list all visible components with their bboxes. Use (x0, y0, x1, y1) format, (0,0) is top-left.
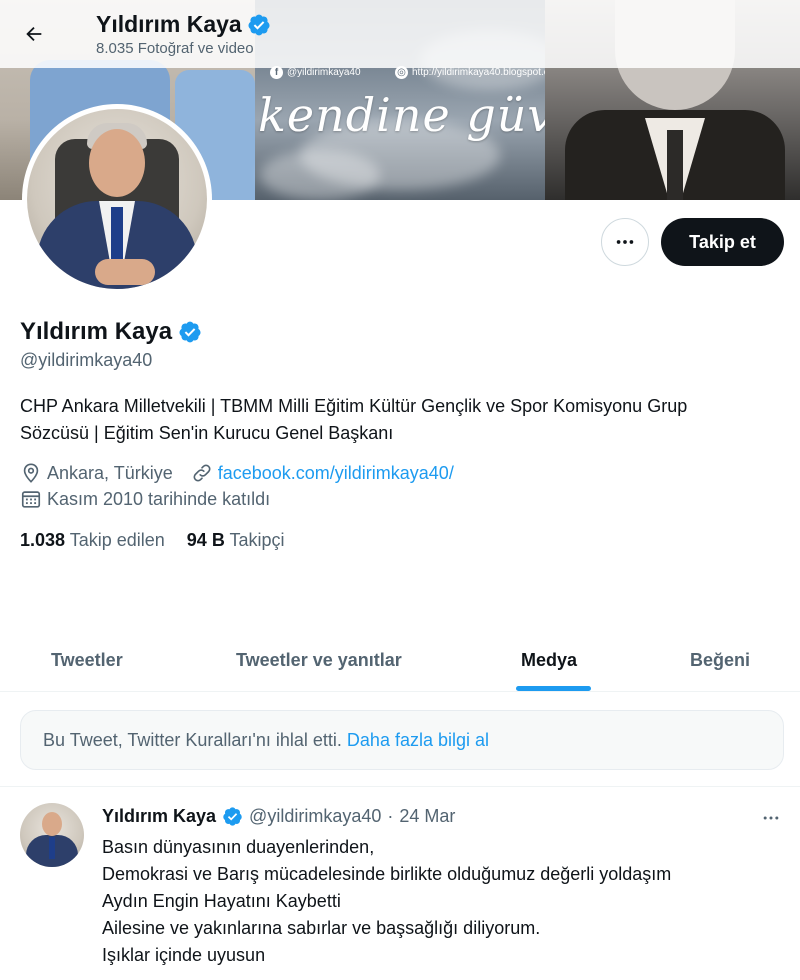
tweet-author-name[interactable]: Yıldırım Kaya (102, 806, 216, 827)
tweet-text: Basın dünyasının duayenlerinden, Demokra… (102, 837, 672, 965)
header-name: Yıldırım Kaya (96, 11, 242, 37)
divider (0, 786, 800, 787)
more-horizontal-icon (616, 240, 634, 244)
learn-more-link[interactable]: Daha fazla bilgi al (347, 730, 489, 751)
verified-badge-icon (248, 14, 270, 35)
tweet-avatar[interactable] (20, 803, 84, 867)
more-horizontal-icon (763, 816, 779, 820)
profile-handle: @yildirimkaya40 (20, 350, 153, 370)
back-button[interactable] (16, 16, 52, 52)
more-options-button[interactable] (601, 218, 649, 266)
verified-badge-icon (223, 807, 242, 826)
profile-bio: CHP Ankara Milletvekili | TBMM Milli Eği… (20, 396, 688, 443)
profile-location: Ankara, Türkiye (20, 462, 173, 484)
following-link[interactable]: 1.038 Takip edilen (20, 530, 165, 551)
profile-website[interactable]: facebook.com/yildirimkaya40/ (191, 462, 454, 484)
verified-badge-icon (179, 321, 201, 343)
follow-button[interactable]: Takip et (661, 218, 784, 266)
violation-notice: Bu Tweet, Twitter Kuralları'nı ihlal ett… (20, 710, 784, 770)
profile-tabs: Tweetler Tweetler ve yanıtlar Medya Beğe… (0, 630, 800, 692)
tab-tweets[interactable]: Tweetler (51, 630, 123, 691)
header-media-count: 8.035 Fotoğraf ve video (96, 40, 254, 57)
tweet-date[interactable]: 24 Mar (399, 806, 455, 827)
active-tab-indicator (516, 686, 591, 691)
profile-name: Yıldırım Kaya (20, 318, 173, 345)
tweet-author-handle[interactable]: @yildirimkaya40 (249, 806, 381, 827)
link-icon (193, 464, 211, 482)
tab-tweets-and-replies[interactable]: Tweetler ve yanıtlar (236, 630, 402, 691)
profile-meta: Ankara, Türkiye facebook.com/yildirimkay… (20, 462, 454, 484)
calendar-icon (21, 491, 41, 508)
tweet-more-button[interactable] (754, 804, 788, 832)
profile-header-bar: Yıldırım Kaya 8.035 Fotoğraf ve video (0, 0, 800, 68)
profile-name-row: Yıldırım Kaya (20, 318, 202, 346)
arrow-left-icon (26, 26, 42, 42)
location-pin-icon (23, 463, 39, 483)
tweet-separator: · (387, 806, 394, 826)
profile-avatar[interactable] (22, 104, 212, 294)
profile-stats: 1.038 Takip edilen 94 B Takipçi (20, 530, 285, 551)
followers-link[interactable]: 94 B Takipçi (187, 530, 285, 551)
tweet-header: Yıldırım Kaya @yildirimkaya40 · 24 Mar (102, 806, 455, 827)
profile-joined: Kasım 2010 tarihinde katıldı (20, 488, 270, 510)
tab-likes[interactable]: Beğeni (690, 630, 750, 691)
tab-media[interactable]: Medya (521, 630, 577, 691)
